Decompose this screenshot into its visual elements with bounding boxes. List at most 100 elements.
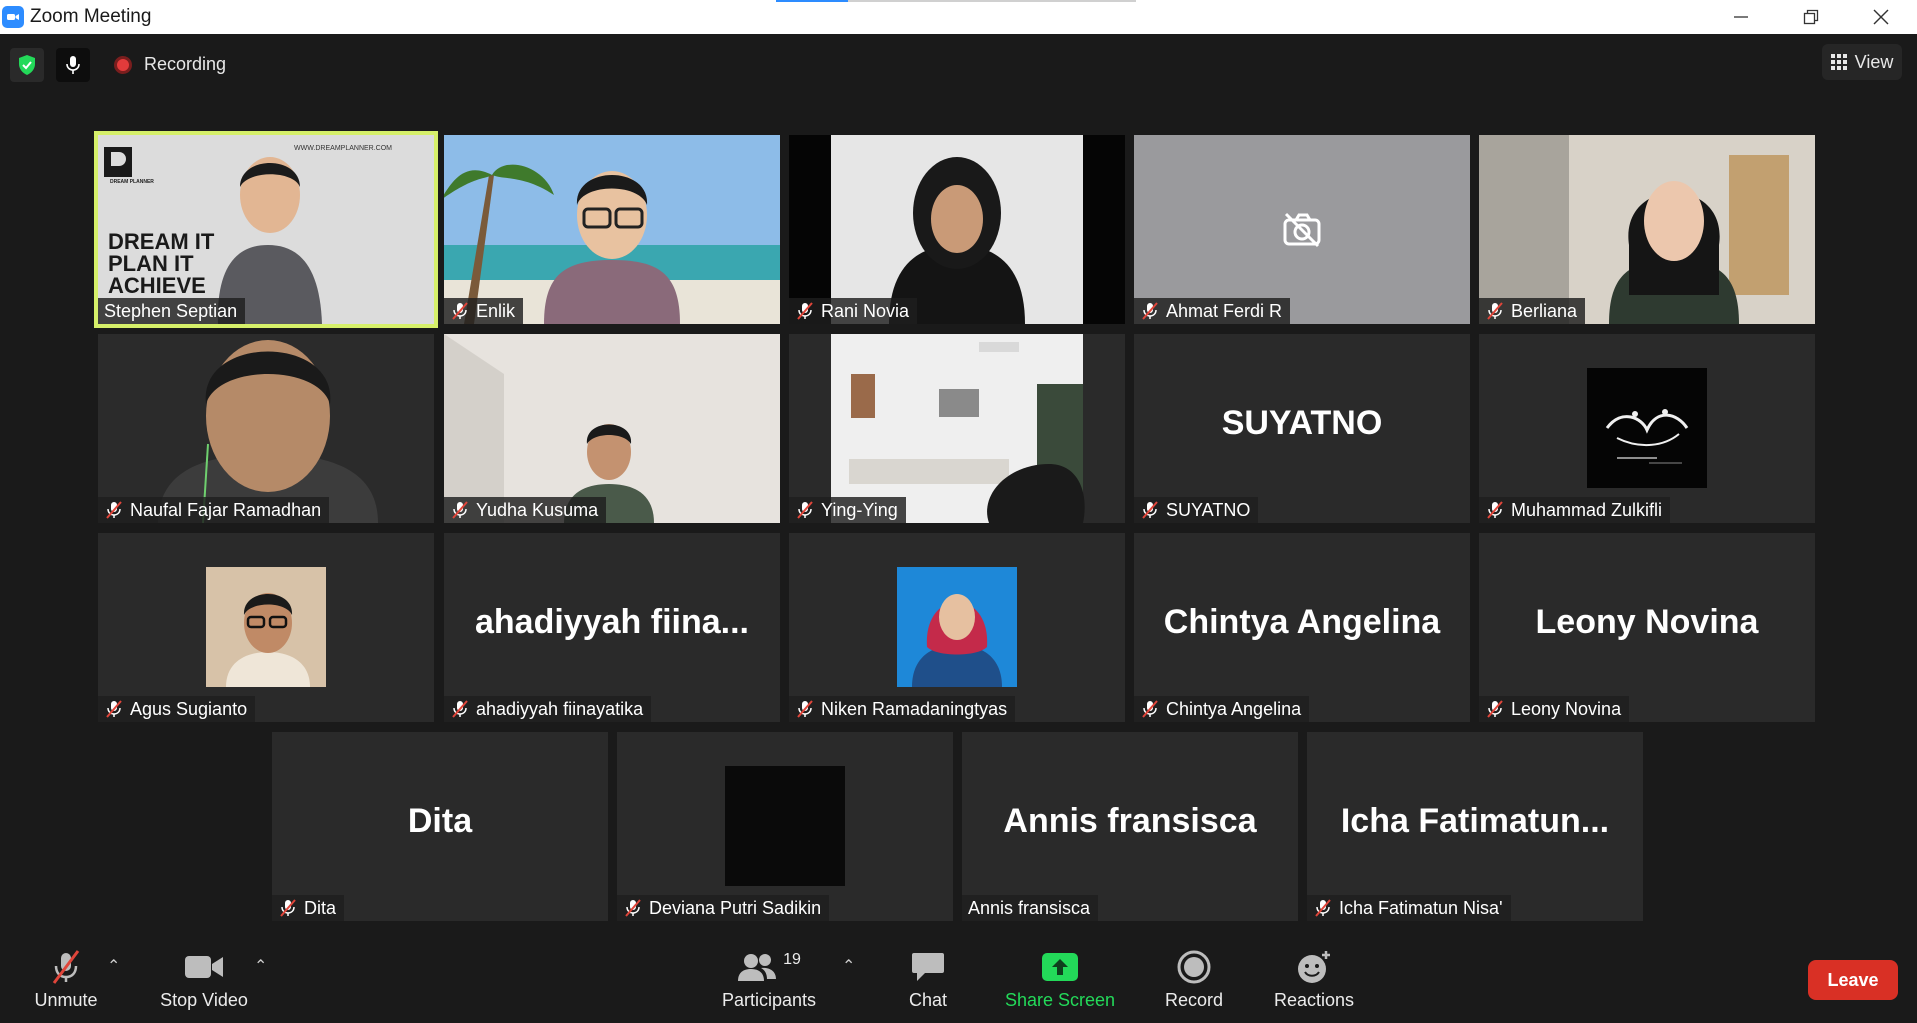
share-screen-icon bbox=[1042, 953, 1078, 981]
security-shield-icon[interactable] bbox=[10, 48, 44, 82]
participant-tile[interactable]: Enlik bbox=[444, 135, 780, 324]
view-button[interactable]: View bbox=[1822, 44, 1902, 80]
muted-mic-icon bbox=[1487, 501, 1503, 519]
participant-tile[interactable]: Agus Sugianto bbox=[98, 533, 434, 722]
participant-tile[interactable]: Berliana bbox=[1479, 135, 1815, 324]
brand-slogan-text: DREAM IT PLAN IT ACHIEVE bbox=[108, 229, 215, 298]
video-options-caret-icon[interactable]: ⌃ bbox=[254, 956, 267, 976]
audio-level-icon[interactable] bbox=[56, 48, 90, 82]
participant-namebar: Ahmat Ferdi R bbox=[1134, 298, 1291, 324]
participant-display-name: Chintya Angelina bbox=[1163, 603, 1441, 641]
participant-video bbox=[1479, 135, 1815, 324]
participant-name: Muhammad Zulkifli bbox=[1511, 499, 1663, 520]
participant-tile[interactable]: Rani Novia bbox=[789, 135, 1125, 324]
participant-tile[interactable]: SUYATNO SUYATNO bbox=[1134, 334, 1470, 523]
share-screen-button[interactable]: Share Screen bbox=[1004, 948, 1116, 1011]
recording-label[interactable]: Recording bbox=[144, 54, 226, 75]
window-title: Zoom Meeting bbox=[30, 6, 152, 27]
participant-name: Rani Novia bbox=[821, 300, 910, 321]
minimize-icon bbox=[1734, 16, 1748, 18]
participant-display-name: Dita bbox=[407, 802, 473, 840]
minimize-button[interactable] bbox=[1706, 0, 1776, 34]
unmute-button[interactable]: Unmute bbox=[30, 948, 102, 1011]
participant-tile[interactable]: Annis fransisca Annis fransisca bbox=[962, 732, 1298, 921]
brand-url-text: WWW.DREAMPLANNER.COM bbox=[294, 145, 392, 152]
participant-namebar: Deviana Putri Sadikin bbox=[617, 895, 830, 921]
participant-name: Dita bbox=[304, 897, 337, 918]
participant-namebar: Agus Sugianto bbox=[98, 696, 256, 722]
brand-logo-text: DREAM PLANNER bbox=[110, 179, 154, 185]
participant-name: Stephen Septian bbox=[104, 300, 238, 321]
participant-namebar: Chintya Angelina bbox=[1134, 696, 1310, 722]
participant-display-name: ahadiyyah fiina... bbox=[475, 603, 749, 641]
participant-tile[interactable]: Ying-Ying bbox=[789, 334, 1125, 523]
participant-tile[interactable]: Muhammad Zulkifli bbox=[1479, 334, 1815, 523]
window-tab-indicator bbox=[776, 0, 1136, 2]
reactions-icon bbox=[1298, 951, 1330, 983]
grid-view-icon bbox=[1830, 54, 1847, 70]
muted-mic-icon bbox=[452, 501, 468, 519]
stop-video-label: Stop Video bbox=[160, 990, 248, 1010]
participant-name: SUYATNO bbox=[1166, 499, 1251, 520]
record-button[interactable]: Record bbox=[1164, 948, 1224, 1011]
participant-namebar: Dita bbox=[272, 895, 345, 921]
participant-tile[interactable]: Icha Fatimatun... Icha Fatimatun Nisa' bbox=[1307, 732, 1643, 921]
participant-namebar: Naufal Fajar Ramadhan bbox=[98, 497, 330, 523]
participant-namebar: Yudha Kusuma bbox=[444, 497, 607, 523]
video-camera-icon bbox=[185, 956, 223, 978]
participant-tile[interactable]: Niken Ramadaningtyas bbox=[789, 533, 1125, 722]
leave-button[interactable]: Leave bbox=[1808, 960, 1898, 1000]
view-label: View bbox=[1854, 51, 1894, 72]
participant-video bbox=[831, 334, 1085, 523]
stop-video-button[interactable]: Stop Video bbox=[158, 948, 250, 1011]
participant-name: Naufal Fajar Ramadhan bbox=[130, 499, 322, 520]
share-screen-label: Share Screen bbox=[1004, 990, 1116, 1010]
participants-count: 19 bbox=[783, 951, 801, 968]
restore-button[interactable] bbox=[1776, 0, 1846, 34]
participant-name: Yudha Kusuma bbox=[476, 499, 599, 520]
participant-tile[interactable]: Yudha Kusuma bbox=[444, 334, 780, 523]
participant-avatar bbox=[725, 766, 845, 886]
participant-tile[interactable]: Dita Dita bbox=[272, 732, 608, 921]
participant-namebar: Berliana bbox=[1479, 298, 1586, 324]
participant-namebar: Icha Fatimatun Nisa' bbox=[1307, 895, 1511, 921]
participant-avatar bbox=[1587, 368, 1707, 488]
participant-tile[interactable]: Chintya Angelina Chintya Angelina bbox=[1134, 533, 1470, 722]
participants-label: Participants bbox=[721, 990, 817, 1010]
participant-name: Berliana bbox=[1511, 300, 1578, 321]
record-label: Record bbox=[1164, 990, 1224, 1010]
participant-tile[interactable]: Deviana Putri Sadikin bbox=[617, 732, 953, 921]
participants-button[interactable]: 19 Participants bbox=[718, 948, 820, 1011]
participant-video bbox=[444, 334, 780, 523]
muted-mic-icon bbox=[797, 302, 813, 320]
muted-mic-icon bbox=[280, 899, 296, 917]
camera-off-icon bbox=[1283, 212, 1321, 248]
recording-indicator-icon[interactable] bbox=[114, 56, 132, 74]
muted-mic-icon bbox=[1142, 302, 1158, 320]
participant-avatar bbox=[897, 567, 1017, 687]
participant-display-name: Annis fransisca bbox=[1003, 802, 1257, 840]
close-button[interactable] bbox=[1846, 0, 1916, 34]
participants-options-caret-icon[interactable]: ⌃ bbox=[842, 956, 855, 976]
participant-tile[interactable]: Ahmat Ferdi R bbox=[1134, 135, 1470, 324]
participant-namebar: Rani Novia bbox=[789, 298, 918, 324]
unmute-label: Unmute bbox=[34, 990, 98, 1010]
chat-button[interactable]: Chat bbox=[900, 948, 956, 1011]
participant-namebar: Niken Ramadaningtyas bbox=[789, 696, 1016, 722]
meeting-topbar: Recording View bbox=[0, 34, 1917, 94]
muted-mic-icon bbox=[797, 700, 813, 718]
participant-name: Enlik bbox=[476, 300, 516, 321]
participant-tile[interactable]: ahadiyyah fiina... ahadiyyah fiinayatika bbox=[444, 533, 780, 722]
participant-name: Agus Sugianto bbox=[130, 698, 248, 719]
participant-namebar: Ying-Ying bbox=[789, 497, 906, 523]
participant-namebar: SUYATNO bbox=[1134, 497, 1259, 523]
window-titlebar: Zoom Meeting bbox=[0, 0, 1917, 34]
reactions-button[interactable]: Reactions bbox=[1272, 948, 1356, 1011]
participant-tile[interactable]: Leony Novina Leony Novina bbox=[1479, 533, 1815, 722]
muted-mic-icon bbox=[797, 501, 813, 519]
participant-name: Annis fransisca bbox=[968, 897, 1091, 918]
audio-options-caret-icon[interactable]: ⌃ bbox=[107, 956, 120, 976]
participant-tile[interactable]: Naufal Fajar Ramadhan bbox=[98, 334, 434, 523]
participant-tile[interactable]: WWW.DREAMPLANNER.COM DREAM PLANNER DREAM… bbox=[94, 131, 438, 328]
restore-icon bbox=[1803, 9, 1819, 25]
